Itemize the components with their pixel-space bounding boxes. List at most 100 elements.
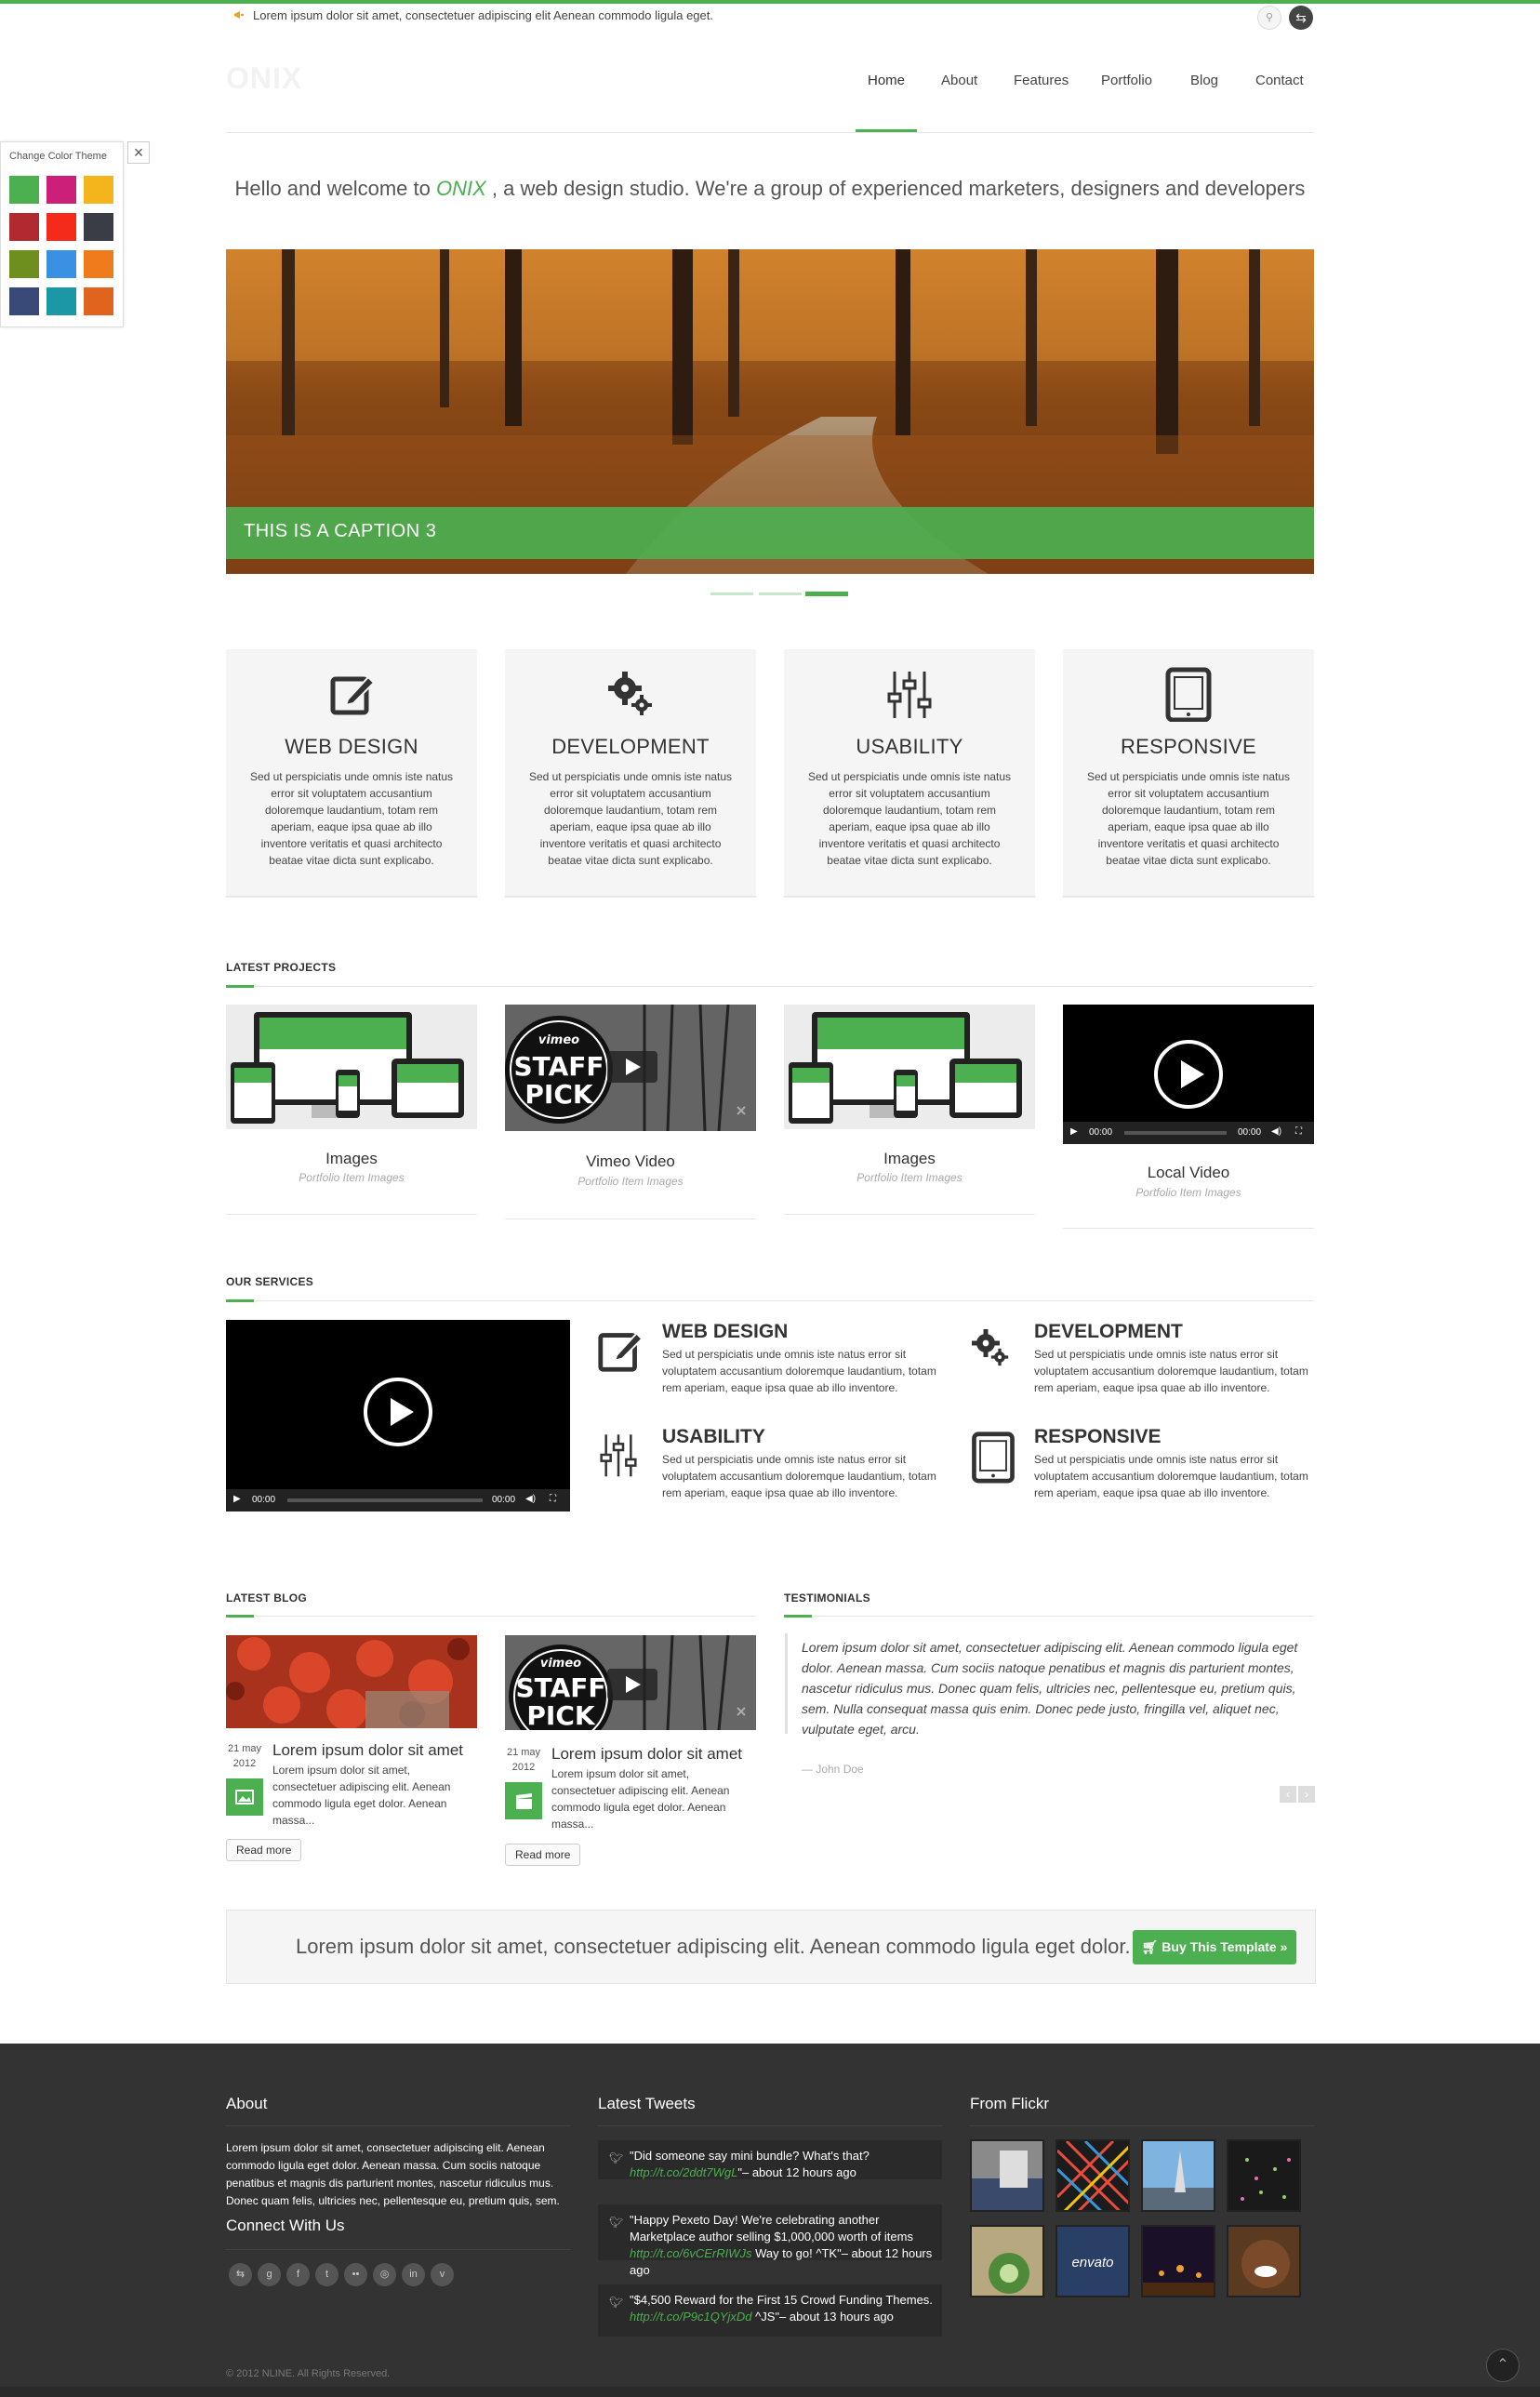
twitter-bird-icon: 🐦︎ — [609, 2151, 624, 2164]
video-progress-bar[interactable] — [1124, 1131, 1227, 1135]
vimeo-icon[interactable]: v — [431, 2263, 454, 2286]
testimonial-next-button[interactable]: › — [1298, 1786, 1315, 1803]
tweet-link[interactable]: http://t.co/2ddt7WgL — [630, 2165, 737, 2179]
play-button[interactable]: ▶ — [233, 1494, 241, 1504]
testimonial-quote-border — [785, 1633, 788, 1734]
footer-divider — [226, 2125, 570, 2126]
blog-post-title[interactable]: Lorem ipsum dolor sit amet — [551, 1745, 742, 1764]
color-swatch[interactable] — [46, 250, 76, 278]
testimonial-quote: Lorem ipsum dolor sit amet, consectetuer… — [802, 1640, 1298, 1737]
testimonials-section-accent — [784, 1615, 812, 1618]
nav-about[interactable]: About — [941, 73, 977, 88]
sliders-icon — [595, 1429, 642, 1485]
blog-post-title[interactable]: Lorem ipsum dolor sit amet — [272, 1741, 463, 1760]
twitter-icon[interactable]: t — [315, 2263, 339, 2286]
facebook-icon[interactable]: f — [286, 2263, 310, 2286]
copyright-text: © 2012 NLINE. All Rights Reserved. — [226, 2368, 391, 2379]
project-thumbnail-devices[interactable] — [784, 1005, 1035, 1129]
close-icon[interactable]: × — [127, 141, 150, 164]
color-swatch[interactable] — [9, 250, 39, 278]
project-local-video-player[interactable]: ▶ 00:00 00:00 ◀) ⛶ — [1063, 1005, 1314, 1144]
color-swatch[interactable] — [9, 287, 39, 315]
flickr-photo[interactable] — [1227, 2139, 1301, 2212]
volume-icon[interactable]: ◀) — [1271, 1126, 1281, 1137]
feature-title: RESPONSIVE — [1120, 735, 1257, 758]
linkedin-icon[interactable]: in — [402, 2263, 425, 2286]
share-icon[interactable]: ⇆ — [229, 2263, 252, 2286]
footer-flickr-title: From Flickr — [970, 2095, 1049, 2112]
vimeo-badge-bottom: PICK — [526, 1700, 595, 1730]
buy-template-label: Buy This Template » — [1162, 1939, 1288, 1954]
flickr-photo[interactable] — [1141, 2225, 1215, 2297]
services-video-player[interactable]: ▶ 00:00 00:00 ◀) ⛶ — [226, 1320, 570, 1511]
footer-divider — [226, 2249, 570, 2250]
tweet-item: 🐦︎ "Did someone say mini bundle? What's … — [598, 2140, 942, 2179]
back-to-top-button[interactable]: ⌃ — [1486, 2349, 1520, 2382]
slider-caption: THIS IS A CAPTION 3 — [244, 521, 437, 541]
search-icon[interactable]: ⚲ — [1257, 6, 1281, 30]
color-swatch[interactable] — [46, 176, 76, 204]
flickr-photo[interactable] — [1227, 2225, 1301, 2297]
tweet-link[interactable]: http://t.co/6vCErRIWJs — [630, 2246, 751, 2260]
flickr-photo[interactable]: envato — [1055, 2225, 1130, 2297]
feature-text: Sed ut perspiciatis unde omnis iste natu… — [249, 770, 454, 867]
color-swatch[interactable] — [9, 176, 39, 204]
projects-section-line — [226, 986, 1314, 987]
flickr-icon[interactable]: •• — [344, 2263, 367, 2286]
read-more-button[interactable]: Read more — [226, 1839, 302, 1861]
play-button[interactable]: ▶ — [1070, 1126, 1078, 1137]
nav-home[interactable]: Home — [868, 73, 905, 88]
fullscreen-icon[interactable]: ⛶ — [1295, 1126, 1302, 1137]
dribbble-icon[interactable]: ◎ — [373, 2263, 396, 2286]
blog-post-image-leaves[interactable] — [226, 1635, 477, 1728]
welcome-text: Hello and welcome to ONIX , a web design… — [226, 177, 1314, 201]
video-controls: ▶ 00:00 00:00 ◀) ⛶ — [226, 1489, 570, 1511]
project-thumbnail-vimeo[interactable]: vimeo STAFF PICK — [505, 1005, 756, 1131]
blog-post-image-vimeo[interactable]: vimeo STAFF PICK — [505, 1635, 756, 1730]
project-title[interactable]: Vimeo Video — [505, 1152, 756, 1171]
color-swatch[interactable] — [9, 213, 39, 241]
read-more-button[interactable]: Read more — [505, 1844, 581, 1866]
slider-dot-1[interactable] — [710, 593, 753, 595]
play-icon[interactable] — [364, 1378, 432, 1446]
color-swatch[interactable] — [46, 287, 76, 315]
fullscreen-icon[interactable]: ⛶ — [550, 1494, 556, 1504]
project-title[interactable]: Images — [226, 1150, 477, 1168]
slider-dot-3-active[interactable] — [805, 592, 848, 596]
sliders-icon — [882, 666, 937, 722]
color-swatch[interactable] — [84, 176, 113, 204]
buy-template-button[interactable]: 🛒︎ Buy This Template » — [1133, 1930, 1296, 1964]
footer-about-title: About — [226, 2095, 268, 2112]
blog-section-line — [226, 1616, 756, 1617]
tweet-link[interactable]: http://t.co/P9c1QYjxDd — [630, 2310, 752, 2324]
flickr-photo[interactable] — [1055, 2139, 1130, 2212]
video-progress-bar[interactable] — [287, 1498, 483, 1502]
blog-date-year: 2012 — [232, 1758, 257, 1769]
nav-portfolio[interactable]: Portfolio — [1101, 73, 1152, 88]
google-icon[interactable]: g — [258, 2263, 281, 2286]
testimonial-prev-button[interactable]: ‹ — [1280, 1786, 1296, 1803]
color-swatch[interactable] — [84, 213, 113, 241]
volume-icon[interactable]: ◀) — [525, 1494, 536, 1504]
color-swatch[interactable] — [84, 287, 113, 315]
project-title[interactable]: Images — [784, 1150, 1035, 1168]
nav-contact[interactable]: Contact — [1255, 73, 1304, 88]
flickr-photo[interactable] — [970, 2225, 1044, 2297]
twitter-bird-icon: 🐦︎ — [609, 2216, 624, 2229]
play-icon[interactable] — [1154, 1040, 1223, 1109]
nav-features[interactable]: Features — [1014, 73, 1069, 88]
color-swatch[interactable] — [84, 250, 113, 278]
site-logo[interactable]: ONIX — [226, 61, 302, 96]
flickr-photo[interactable] — [970, 2139, 1044, 2212]
color-swatch[interactable] — [46, 213, 76, 241]
video-controls: ▶ 00:00 00:00 ◀) ⛶ — [1063, 1122, 1314, 1144]
nav-blog[interactable]: Blog — [1190, 73, 1218, 88]
flickr-photo[interactable] — [1141, 2139, 1215, 2212]
vimeo-badge-top: vimeo — [540, 1657, 581, 1671]
share-icon[interactable]: ⇆ — [1289, 6, 1313, 30]
blog-date-day: 21 may — [506, 1747, 541, 1758]
project-title[interactable]: Local Video — [1063, 1164, 1314, 1182]
project-thumbnail-devices[interactable] — [226, 1005, 477, 1129]
slider-dot-2[interactable] — [759, 593, 802, 595]
feature-title: USABILITY — [856, 735, 963, 758]
